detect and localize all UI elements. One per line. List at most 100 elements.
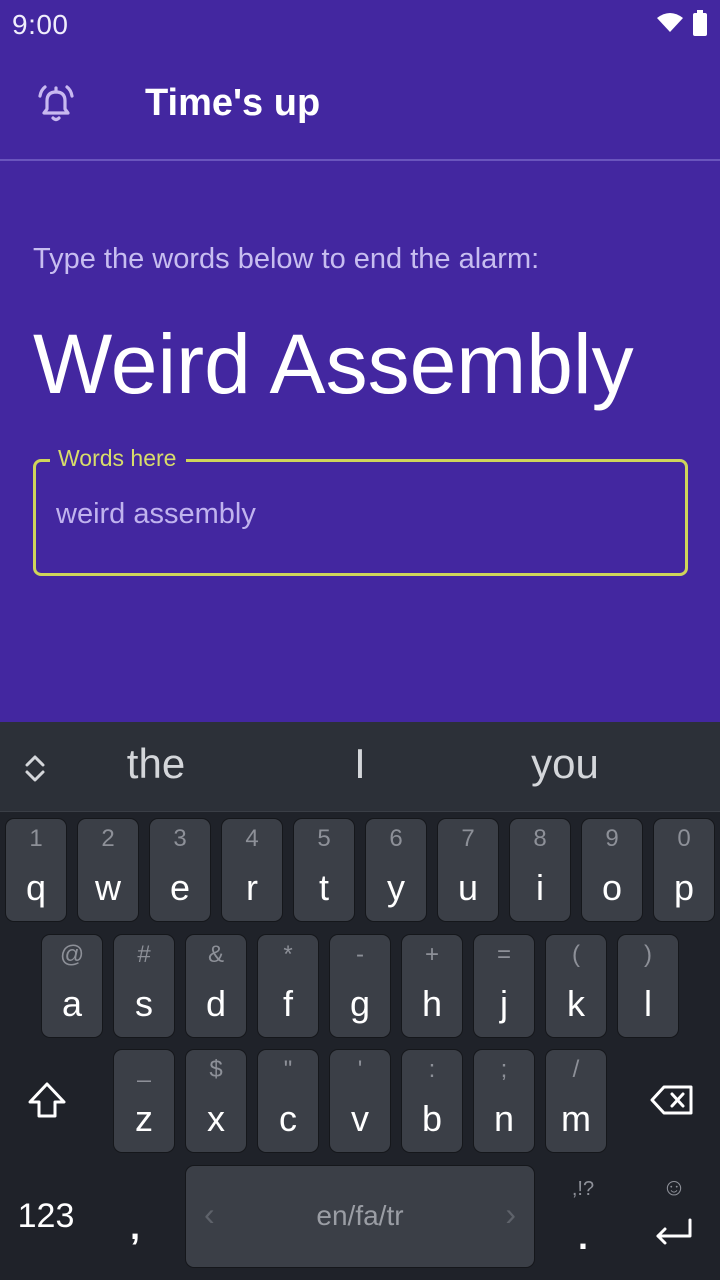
page-title: Time's up: [145, 82, 321, 124]
key-label: g: [349, 983, 371, 1024]
key-u[interactable]: 7u: [437, 818, 499, 922]
key-j[interactable]: = j: [473, 934, 535, 1038]
key-label: d: [205, 983, 227, 1024]
key-hint: 4: [245, 825, 259, 852]
key-q[interactable]: 1q: [5, 818, 67, 922]
key-p[interactable]: 0p: [653, 818, 715, 922]
key-hint: ;: [500, 1056, 508, 1083]
emoji-icon: ☺: [661, 1174, 687, 1201]
key-m[interactable]: / m: [545, 1049, 607, 1153]
key-label: m: [561, 1098, 591, 1139]
key-c[interactable]: " c: [257, 1049, 319, 1153]
words-input-field[interactable]: Words here: [33, 445, 688, 576]
key-g[interactable]: -g: [329, 934, 391, 1038]
key-hint: 2: [101, 825, 115, 852]
suggestion-1[interactable]: the: [127, 740, 185, 788]
key-o[interactable]: 9o: [581, 818, 643, 922]
key-label: w: [95, 867, 121, 908]
instruction-text: Type the words below to end the alarm:: [33, 243, 540, 275]
key-hint: 5: [317, 825, 331, 852]
key-hint: /: [572, 1056, 580, 1083]
key-d[interactable]: & d: [185, 934, 247, 1038]
shift-key[interactable]: [18, 1060, 76, 1144]
key-label: o: [601, 867, 623, 908]
status-time: 9:00: [12, 9, 69, 40]
key-label: n: [493, 1098, 515, 1139]
key-n[interactable]: ; n: [473, 1049, 535, 1153]
key-label: q: [25, 867, 47, 908]
alarm-icon: [34, 82, 78, 131]
punctuation-hint: ,!?: [571, 1178, 595, 1200]
status-bar: 9:00: [0, 0, 720, 50]
key-s[interactable]: # s: [113, 934, 175, 1038]
key-hint: 1: [29, 825, 43, 852]
key-label: u: [457, 867, 479, 908]
key-x[interactable]: $ x: [185, 1049, 247, 1153]
key-hint: =: [496, 941, 511, 968]
suggestion-2[interactable]: I: [354, 740, 366, 788]
suggestion-bar: the I you: [0, 722, 720, 812]
key-label: p: [673, 867, 695, 908]
key-label: f: [282, 983, 293, 1024]
space-key[interactable]: ‹ en/fa/tr ›: [185, 1165, 535, 1268]
chevron-up-down-icon: [18, 755, 52, 792]
key-label: x: [207, 1098, 225, 1139]
key-hint: _: [137, 1056, 151, 1083]
key-hint: 0: [677, 825, 691, 852]
key-hint: +: [424, 941, 439, 968]
space-key-label: en/fa/tr: [316, 1200, 404, 1231]
key-hint: ': [357, 1056, 363, 1083]
key-hint: #: [137, 941, 151, 968]
app-bar: Time's up: [0, 50, 720, 161]
suggestion-3[interactable]: you: [531, 740, 599, 788]
backspace-key[interactable]: [640, 1060, 704, 1144]
words-input-label: Words here: [50, 445, 187, 472]
key-label: v: [351, 1098, 369, 1139]
key-y[interactable]: 6y: [365, 818, 427, 922]
backspace-icon: [650, 1085, 694, 1120]
key-label: h: [421, 983, 443, 1024]
key-hint: ): [644, 941, 652, 968]
key-h[interactable]: + h: [401, 934, 463, 1038]
key-hint: @: [59, 941, 85, 968]
key-hint: 7: [461, 825, 475, 852]
key-k[interactable]: (k: [545, 934, 607, 1038]
key-i[interactable]: 8i: [509, 818, 571, 922]
key-r[interactable]: 4r: [221, 818, 283, 922]
words-input[interactable]: [56, 498, 656, 531]
key-v[interactable]: ' v: [329, 1049, 391, 1153]
key-label: j: [500, 983, 508, 1024]
key-label: t: [318, 867, 329, 908]
key-w[interactable]: 2w: [77, 818, 139, 922]
key-label: c: [279, 1098, 297, 1139]
key-hint: ": [283, 1056, 293, 1083]
wifi-icon: [656, 12, 684, 39]
key-label: s: [135, 983, 153, 1024]
key-label: z: [135, 1098, 153, 1139]
key-a[interactable]: @ a: [41, 934, 103, 1038]
enter-icon: [654, 1218, 694, 1251]
key-label: r: [246, 867, 258, 908]
key-label: e: [169, 867, 191, 908]
enter-key[interactable]: ☺: [636, 1172, 712, 1262]
key-t[interactable]: 5t: [293, 818, 355, 922]
key-l[interactable]: ) l: [617, 934, 679, 1038]
key-z[interactable]: _ z: [113, 1049, 175, 1153]
numbers-key[interactable]: 123: [4, 1174, 88, 1258]
key-hint: (: [572, 941, 580, 968]
key-label: i: [536, 867, 544, 908]
period-label: .: [577, 1216, 588, 1257]
alarm-button[interactable]: [28, 78, 84, 134]
period-key[interactable]: ,!? .: [548, 1172, 618, 1262]
comma-key[interactable]: ,: [100, 1192, 170, 1262]
key-hint: 6: [389, 825, 403, 852]
key-b[interactable]: :b: [401, 1049, 463, 1153]
key-hint: 9: [605, 825, 619, 852]
suggestion-expand-button[interactable]: [18, 748, 52, 788]
key-label: k: [567, 983, 585, 1024]
key-label: b: [421, 1098, 443, 1139]
key-f[interactable]: * f: [257, 934, 319, 1038]
key-hint: :: [428, 1056, 436, 1083]
key-e[interactable]: 3e: [149, 818, 211, 922]
chevron-right-icon: ›: [505, 1196, 516, 1232]
